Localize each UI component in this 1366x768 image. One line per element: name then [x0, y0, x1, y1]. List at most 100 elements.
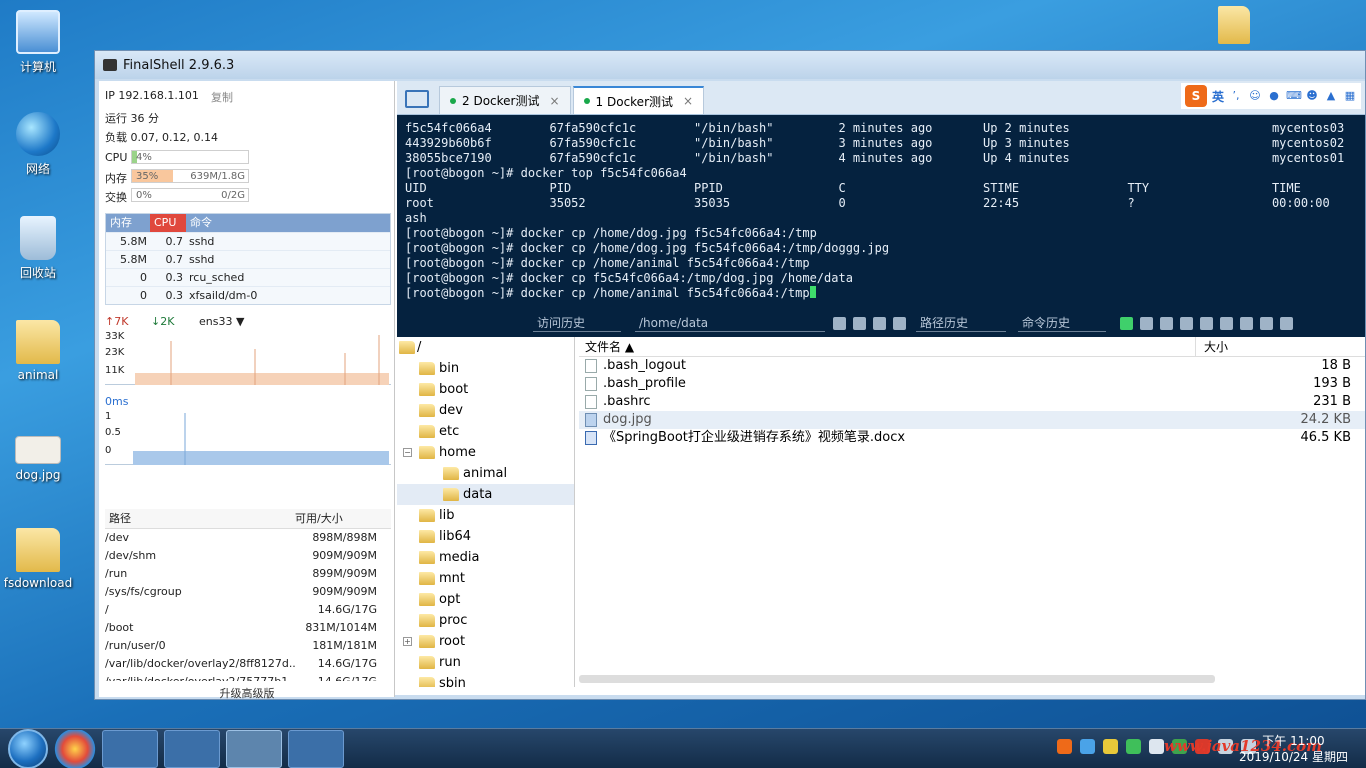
copy-ip-button[interactable]: 复制 [211, 89, 233, 105]
col-cpu[interactable]: CPU [150, 214, 186, 232]
lightning-icon[interactable] [1120, 316, 1133, 330]
tree-node-mnt[interactable]: mnt [397, 568, 574, 589]
plus-tray-icon[interactable] [1126, 739, 1141, 754]
arrow-down-icon[interactable] [1260, 316, 1273, 330]
tab-session-1[interactable]: 1 Docker测试 × [572, 86, 705, 114]
app-icon-colorful[interactable] [54, 729, 96, 768]
app-icon-file-explorer[interactable] [288, 729, 344, 768]
desktop-icon-network[interactable]: 网络 [0, 112, 76, 177]
table-row[interactable]: /dev/shm 909M/909M [105, 547, 391, 565]
system-clock[interactable]: 下午 11:00 2019/10/24 星期四 [1239, 733, 1348, 765]
table-row[interactable]: 0 0.3 rcu_sched [106, 268, 390, 286]
start-button[interactable] [8, 728, 48, 768]
user-icon[interactable]: ☻ [1305, 89, 1319, 103]
punctuation-icon[interactable]: ’, [1229, 89, 1243, 103]
up-directory-icon[interactable] [853, 316, 866, 330]
table-row[interactable]: / 14.6G/17G [105, 601, 391, 619]
search-icon[interactable] [1180, 316, 1193, 330]
tree-node-boot[interactable]: boot [397, 379, 574, 400]
table-row[interactable]: 5.8M 0.7 sshd [106, 250, 390, 268]
table-row[interactable]: /var/lib/docker/overlay2/8ff8127d... 14.6… [105, 655, 391, 673]
tree-node-root-dir[interactable]: + root [397, 631, 574, 652]
terminal-output[interactable]: f5c54fc066a4 67fa590cfc1c "/bin/bash" 2 … [397, 115, 1365, 309]
tree-node-proc[interactable]: proc [397, 610, 574, 631]
copy-icon[interactable] [1140, 316, 1153, 330]
col-path[interactable]: 路径 [105, 509, 295, 528]
col-memory[interactable]: 内存 [106, 214, 150, 232]
file-row[interactable]: .bash_profile 193 B [579, 375, 1365, 393]
table-row[interactable]: /run/user/0 181M/181M [105, 637, 391, 655]
interface-select[interactable]: ens33 ▼ [199, 315, 244, 328]
tree-node-run[interactable]: run [397, 652, 574, 673]
close-icon[interactable]: × [549, 94, 559, 108]
upgrade-link[interactable]: 升级高级版 [99, 685, 395, 701]
notification-icon[interactable] [1149, 739, 1164, 754]
close-icon[interactable]: × [683, 94, 693, 108]
refresh-icon[interactable] [833, 316, 846, 330]
desktop-icon-computer[interactable]: 计算机 [0, 10, 76, 75]
open-folder-icon[interactable] [1220, 316, 1233, 330]
download-icon[interactable] [873, 316, 886, 330]
collapse-icon[interactable]: − [403, 448, 412, 457]
table-row[interactable]: /dev 898M/898M [105, 529, 391, 547]
horizontal-scrollbar[interactable] [579, 675, 1215, 683]
app-icon-virtual-machine[interactable] [164, 729, 220, 768]
path-field[interactable]: /home/data [635, 314, 825, 332]
tree-node-media[interactable]: media [397, 547, 574, 568]
folder-icon[interactable] [405, 90, 429, 108]
file-row[interactable]: .bashrc 231 B [579, 393, 1365, 411]
add-tray-icon[interactable] [1103, 739, 1118, 754]
tree-node-home[interactable]: − home [397, 442, 574, 463]
table-row[interactable]: /boot 831M/1014M [105, 619, 391, 637]
tab-session-2[interactable]: 2 Docker测试 × [439, 86, 571, 114]
ime-language[interactable]: 英 [1212, 88, 1224, 105]
paste-icon[interactable] [1160, 316, 1173, 330]
table-row[interactable]: /run 899M/909M [105, 565, 391, 583]
command-history-field[interactable]: 命令历史 [1018, 314, 1106, 332]
sogou-tray-icon[interactable] [1057, 739, 1072, 754]
desktop-icon-fsdownload[interactable]: fsdownload [0, 528, 76, 590]
file-row[interactable]: dog.jpg 24.2 KB [579, 411, 1365, 429]
table-row[interactable]: 5.8M 0.7 sshd [106, 232, 390, 250]
app-icon-finalshell[interactable] [226, 729, 282, 768]
play-icon[interactable] [1240, 316, 1253, 330]
tree-node-lib64[interactable]: lib64 [397, 526, 574, 547]
desktop-icon-animal[interactable]: animal [0, 320, 76, 382]
tree-node-root[interactable]: / [397, 337, 574, 358]
window-icon[interactable] [1280, 316, 1293, 330]
keyboard-icon[interactable]: ⌨ [1286, 89, 1302, 103]
col-command[interactable]: 命令 [186, 214, 390, 232]
col-filename[interactable]: 文件名 ▲ [579, 337, 1195, 356]
tree-node-data[interactable]: data [397, 484, 574, 505]
table-row[interactable]: 0 0.3 xfsaild/dm-0 [106, 286, 390, 304]
app-icon-ide[interactable] [102, 729, 158, 768]
table-row[interactable]: /sys/fs/cgroup 909M/909M [105, 583, 391, 601]
visit-history-field[interactable]: 访问历史 [533, 314, 621, 332]
tree-node-etc[interactable]: etc [397, 421, 574, 442]
tree-node-lib[interactable]: lib [397, 505, 574, 526]
col-available[interactable]: 可用/大小 [295, 509, 377, 528]
microphone-icon[interactable]: ● [1267, 89, 1281, 103]
path-history-field[interactable]: 路径历史 [916, 314, 1006, 332]
expand-icon[interactable]: + [403, 637, 412, 646]
desktop-icon-folder-top-right[interactable] [1196, 6, 1272, 48]
table-row[interactable]: /var/lib/docker/overlay2/75777b1...14.6G… [105, 673, 391, 681]
sogou-ime-icon[interactable]: S [1184, 85, 1207, 107]
grid-menu-icon[interactable]: ▦ [1343, 89, 1357, 103]
tree-node-sbin[interactable]: sbin [397, 673, 574, 687]
file-row[interactable]: .bash_logout 18 B [579, 357, 1365, 375]
title-bar[interactable]: FinalShell 2.9.6.3 [95, 51, 1365, 79]
tree-node-bin[interactable]: bin [397, 358, 574, 379]
tree-node-dev[interactable]: dev [397, 400, 574, 421]
col-size[interactable]: 大小 [1195, 337, 1365, 356]
tree-node-opt[interactable]: opt [397, 589, 574, 610]
upload-icon[interactable] [893, 316, 906, 330]
desktop-icon-recycle-bin[interactable]: 回收站 [0, 216, 76, 281]
emoji-icon[interactable]: ☺ [1248, 89, 1262, 103]
desktop-icon-dog-jpg[interactable]: dog.jpg [0, 424, 76, 482]
gear-icon[interactable] [1200, 316, 1213, 330]
box-tray-icon[interactable] [1080, 739, 1095, 754]
file-row[interactable]: 《SpringBoot打企业级进销存系统》视频笔录.docx 46.5 KB [579, 429, 1365, 447]
tree-node-animal[interactable]: animal [397, 463, 574, 484]
skin-icon[interactable]: ▲ [1324, 89, 1338, 103]
